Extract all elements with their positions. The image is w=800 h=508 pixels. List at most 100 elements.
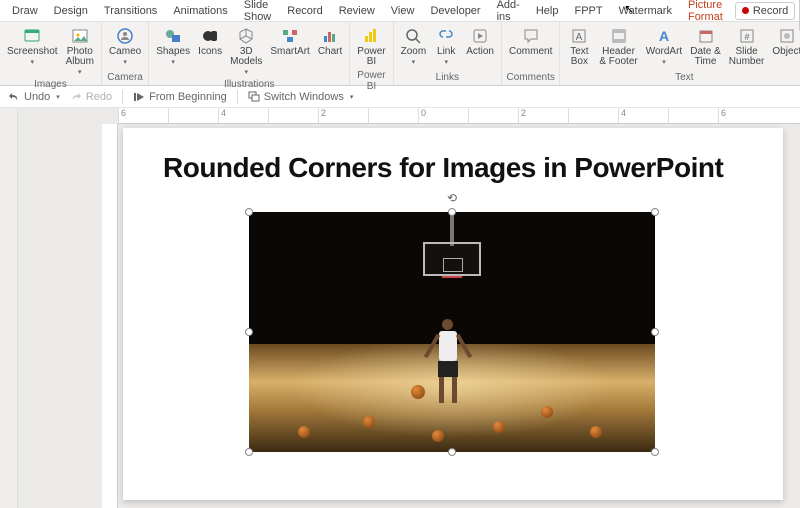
tab-help[interactable]: Help <box>528 2 567 20</box>
shapes-button[interactable]: Shapes▾ <box>153 24 193 68</box>
resize-handle-mr[interactable] <box>651 328 659 336</box>
chevron-down-icon: ▾ <box>78 68 82 76</box>
object-button[interactable]: Object <box>769 24 800 59</box>
basketball-hoop-graphic <box>412 212 492 278</box>
slide-number-icon: # <box>737 26 757 46</box>
ruler-tick <box>568 108 618 123</box>
ruler-tick: 2 <box>518 108 568 123</box>
tab-transitions[interactable]: Transitions <box>96 2 165 20</box>
date-time-button[interactable]: Date & Time <box>687 24 724 69</box>
shapes-button-label: Shapes <box>156 47 190 57</box>
cameo-button-label: Cameo <box>109 47 141 57</box>
slide-title[interactable]: Rounded Corners for Images in PowerPoint <box>163 152 743 184</box>
quick-access-toolbar: Undo▾ Redo From Beginning Switch Windows… <box>0 86 800 108</box>
zoom-icon <box>403 26 423 46</box>
comment-icon <box>521 26 541 46</box>
svg-text:A: A <box>659 28 669 44</box>
svg-text:A: A <box>576 32 583 43</box>
tab-watermark[interactable]: Watermark <box>611 2 680 20</box>
ribbon-group-images: Screenshot▾Photo Album▾Images <box>0 22 102 85</box>
resize-handle-tr[interactable] <box>651 208 659 216</box>
group-label: Power BI <box>354 69 388 94</box>
switch-windows-button[interactable]: Switch Windows▾ <box>248 91 354 103</box>
power-bi-icon <box>361 26 381 46</box>
tab-developer[interactable]: Developer <box>422 2 488 20</box>
chevron-down-icon: ▾ <box>31 58 35 66</box>
action-icon <box>470 26 490 46</box>
zoom-button[interactable]: Zoom▾ <box>398 24 430 68</box>
undo-button[interactable]: Undo▾ <box>8 91 60 103</box>
ruler-tick: 6 <box>118 108 168 123</box>
ribbon-group-power-bi: Power BIPower BI <box>350 22 393 85</box>
thumbnail-pane[interactable] <box>0 108 18 508</box>
group-label: Camera <box>106 71 144 85</box>
vertical-ruler <box>102 124 118 508</box>
resize-handle-tm[interactable] <box>448 208 456 216</box>
tab-review[interactable]: Review <box>331 2 383 20</box>
rotation-handle[interactable]: ⟲ <box>446 192 458 204</box>
wordart-button[interactable]: AWordArt▾ <box>643 24 686 68</box>
group-label: Comments <box>506 71 555 85</box>
shapes-icon <box>163 26 183 46</box>
chart-button[interactable]: Chart <box>315 24 345 59</box>
3d-models-button[interactable]: 3D Models▾ <box>227 24 265 78</box>
selected-image[interactable]: ⟲ <box>249 212 655 452</box>
group-label: Text <box>564 71 800 85</box>
ruler-tick: 2 <box>318 108 368 123</box>
slide-canvas-area[interactable]: 6420246 Rounded Corners for Images in Po… <box>18 108 800 508</box>
resize-handle-bl[interactable] <box>245 448 253 456</box>
action-button-label: Action <box>466 47 494 57</box>
ribbon: Screenshot▾Photo Album▾ImagesCameo▾Camer… <box>0 22 800 86</box>
player-graphic <box>428 319 468 409</box>
chart-icon <box>320 26 340 46</box>
slide-number-button[interactable]: # Slide Number <box>726 24 768 69</box>
tab-view[interactable]: View <box>383 2 423 20</box>
icons-button[interactable]: Icons <box>195 24 225 59</box>
redo-button[interactable]: Redo <box>70 91 112 103</box>
record-button[interactable]: Record <box>735 2 795 20</box>
tab-design[interactable]: Design <box>46 2 96 20</box>
chevron-down-icon: ▾ <box>662 58 666 66</box>
power-bi-button[interactable]: Power BI <box>354 24 388 69</box>
icons-icon <box>200 26 220 46</box>
svg-text:#: # <box>744 32 749 42</box>
text-box-button[interactable]: AText Box <box>564 24 594 69</box>
screenshot-button[interactable]: Screenshot▾ <box>4 24 61 68</box>
action-button[interactable]: Action <box>463 24 497 59</box>
chart-button-label: Chart <box>318 47 342 57</box>
windows-icon <box>248 91 260 103</box>
cameo-icon <box>115 26 135 46</box>
3d-models-icon <box>236 26 256 46</box>
ruler-tick: 0 <box>418 108 468 123</box>
photo-album-icon <box>70 26 90 46</box>
date-time-button-label: Date & Time <box>690 47 721 67</box>
object-button-label: Object <box>772 47 800 57</box>
tab-draw[interactable]: Draw <box>4 2 46 20</box>
smartart-button[interactable]: SmartArt <box>267 24 312 59</box>
chevron-down-icon: ▾ <box>412 58 416 66</box>
header-footer-icon <box>609 26 629 46</box>
screenshot-icon <box>22 26 42 46</box>
chevron-down-icon: ▾ <box>171 58 175 66</box>
resize-handle-tl[interactable] <box>245 208 253 216</box>
tab-animations[interactable]: Animations <box>165 2 235 20</box>
chevron-down-icon: ▾ <box>123 58 127 66</box>
header-footer-button[interactable]: Header & Footer <box>596 24 640 69</box>
ruler-tick <box>168 108 218 123</box>
text-box-icon: A <box>569 26 589 46</box>
link-button[interactable]: Link▾ <box>431 24 461 68</box>
resize-handle-ml[interactable] <box>245 328 253 336</box>
resize-handle-bm[interactable] <box>448 448 456 456</box>
photo-album-button[interactable]: Photo Album▾ <box>63 24 97 78</box>
tab-fppt[interactable]: FPPT <box>566 2 610 20</box>
tab-record[interactable]: Record <box>279 2 330 20</box>
smartart-button-label: SmartArt <box>270 47 309 57</box>
comment-button[interactable]: Comment <box>506 24 555 59</box>
resize-handle-br[interactable] <box>651 448 659 456</box>
ruler-tick <box>268 108 318 123</box>
slide[interactable]: Rounded Corners for Images in PowerPoint… <box>123 128 783 500</box>
ribbon-group-illustrations: Shapes▾Icons3D Models▾SmartArtChartIllus… <box>149 22 350 85</box>
cameo-button[interactable]: Cameo▾ <box>106 24 144 68</box>
from-beginning-button[interactable]: From Beginning <box>133 91 227 103</box>
slide-number-button-label: Slide Number <box>729 47 765 67</box>
